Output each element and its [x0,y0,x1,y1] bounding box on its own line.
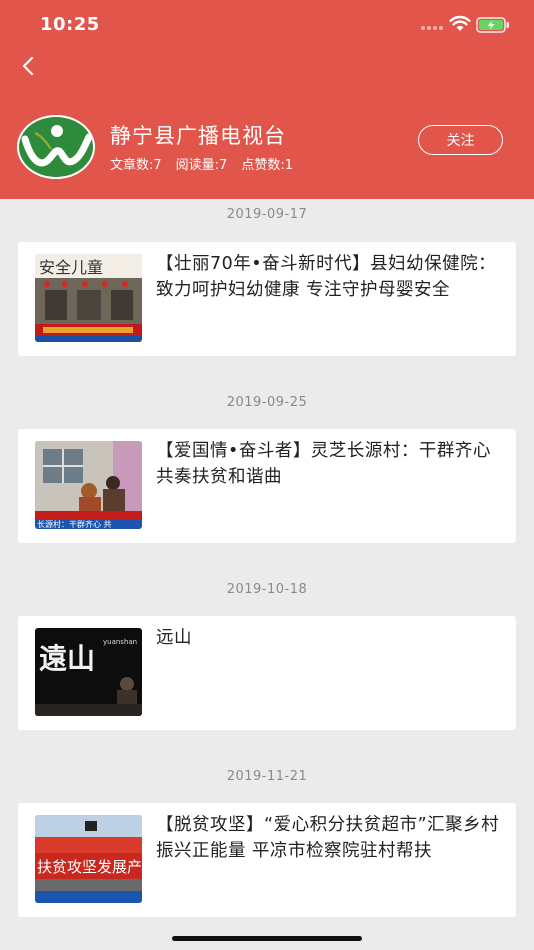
channel-logo-icon [17,115,95,179]
wifi-icon [449,15,471,31]
status-bar: 10:25 [0,0,534,48]
article-card[interactable]: 扶贫攻坚发展产业 【脱贫攻坚】“爱心积分扶贫超市”汇聚乡村振兴正能量 平凉市检察… [18,803,516,917]
article-card[interactable]: 遠山 yuanshan 远山 [18,616,516,730]
article-card[interactable]: 安全儿童 【壮丽70年•奋斗新时代】县妇幼保健院：致力呵护妇幼健康 专注守护母婴… [18,242,516,356]
feed-date: 2019-11-21 [226,769,308,784]
thumbnail-title-text: 遠山 [39,642,95,675]
channel-name: 静宁县广播电视台 [110,124,286,148]
channel-header: 10:25 静宁县广播电视台 文章数:7 阅读量:7 点赞数:1 关注 [0,0,534,199]
thumbnail-caption: 长源村：干群齐心 共 [37,519,112,529]
article-title: 【脱贫攻坚】“爱心积分扶贫超市”汇聚乡村振兴正能量 平凉市检察院驻村帮扶 [156,815,500,861]
signal-icon [421,26,445,32]
article-title: 远山 [156,628,192,648]
channel-avatar[interactable] [17,115,95,179]
article-thumbnail: 扶贫攻坚发展产业 [35,815,142,903]
home-indicator[interactable] [172,936,362,941]
article-count: 文章数:7 [110,158,162,173]
like-count: 点赞数:1 [241,158,293,173]
battery-charging-icon [476,17,509,33]
status-time: 10:25 [40,14,100,35]
feed-date: 2019-10-18 [226,582,308,597]
article-title: 【爱国情•奋斗者】灵芝长源村：干群齐心 共奏扶贫和谐曲 [156,441,491,487]
article-thumbnail: 长源村：干群齐心 共 [35,441,142,529]
thumbnail-banner-text: 安全儿童 [39,258,103,277]
follow-button[interactable]: 关注 [418,125,503,155]
feed-date: 2019-09-17 [226,207,308,222]
thumbnail-subtitle-text: yuanshan [103,638,137,646]
article-thumbnail: 安全儿童 [35,254,142,342]
feed-date: 2019-09-25 [226,395,308,410]
back-button[interactable] [12,50,44,82]
article-title: 【壮丽70年•奋斗新时代】县妇幼保健院：致力呵护妇幼健康 专注守护母婴安全 [156,254,497,300]
channel-stats: 文章数:7 阅读量:7 点赞数:1 [110,157,307,175]
thumbnail-banner-text: 扶贫攻坚发展产业 [37,858,142,876]
chevron-left-icon [22,56,34,76]
article-card[interactable]: 长源村：干群齐心 共 【爱国情•奋斗者】灵芝长源村：干群齐心 共奏扶贫和谐曲 [18,429,516,543]
read-count: 阅读量:7 [175,158,228,173]
article-thumbnail: 遠山 yuanshan [35,628,142,716]
